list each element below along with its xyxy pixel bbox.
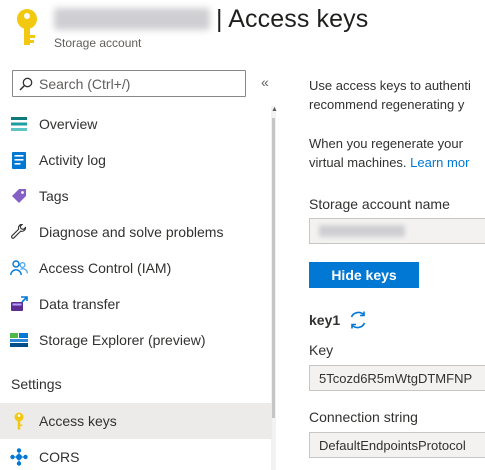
description-line: virtual machines. Learn mor: [309, 153, 469, 172]
connection-string-label: Connection string: [309, 409, 418, 425]
sidebar-item-storage-explorer[interactable]: Storage Explorer (preview): [0, 322, 272, 358]
sidebar-item-label: Data transfer: [39, 296, 120, 312]
description-line: recommend regenerating y: [309, 97, 465, 112]
key-label: Key: [309, 342, 334, 358]
redacted-account-name: [54, 8, 210, 30]
description-line: When you regenerate your: [309, 136, 463, 151]
sidebar-item-activity-log[interactable]: Activity log: [0, 142, 272, 178]
sidebar-item-label: Diagnose and solve problems: [39, 224, 224, 240]
sidebar-item-label: Access Control (IAM): [39, 260, 172, 276]
refresh-icon[interactable]: [347, 309, 369, 331]
overview-icon: [10, 115, 28, 133]
key-icon: [10, 412, 28, 430]
key-value-field[interactable]: 5Tcozd6R5mWtgDTMFNP: [309, 365, 485, 391]
page-title-text: | Access keys: [216, 4, 369, 33]
sidebar-item-cors[interactable]: CORS: [0, 439, 272, 470]
connection-string-field[interactable]: DefaultEndpointsProtocol: [309, 432, 485, 458]
search-icon: [19, 77, 33, 91]
data-transfer-icon: [10, 295, 28, 313]
storage-account-name-label: Storage account name: [309, 196, 450, 212]
page-title: | Access keys: [54, 2, 368, 36]
scroll-up-arrow[interactable]: ▲: [271, 106, 278, 113]
sidebar-item-label: Activity log: [39, 152, 106, 168]
sidebar-item-label: CORS: [39, 449, 80, 465]
hide-keys-button[interactable]: Hide keys: [309, 262, 419, 288]
scrollbar-thumb[interactable]: [272, 118, 275, 418]
sidebar-item-label: Tags: [39, 188, 69, 204]
key-logo-icon: [17, 9, 37, 45]
description-line: Use access keys to authenti: [309, 78, 471, 93]
sidebar-item-diagnose[interactable]: Diagnose and solve problems: [0, 214, 272, 250]
sidebar-item-label: Storage Explorer (preview): [39, 332, 206, 348]
key1-heading: key1: [309, 312, 341, 328]
people-icon: [10, 259, 28, 277]
learn-more-link[interactable]: Learn mor: [410, 155, 469, 170]
search-input[interactable]: [39, 75, 229, 92]
cors-icon: [10, 448, 28, 466]
page-header: | Access keys Storage account: [0, 0, 485, 58]
description-text: virtual machines.: [309, 155, 411, 170]
section-header-settings: Settings: [11, 376, 62, 392]
collapse-sidebar-button[interactable]: «: [261, 74, 269, 90]
wrench-icon: [10, 223, 28, 241]
sidebar-item-access-keys[interactable]: Access keys: [0, 403, 272, 439]
sidebar-item-overview[interactable]: Overview: [0, 106, 272, 142]
sidebar-item-data-transfer[interactable]: Data transfer: [0, 286, 272, 322]
sidebar: « ▲ Overview Activity log: [0, 66, 278, 470]
sidebar-item-label: Overview: [39, 116, 98, 132]
sidebar-item-access-control[interactable]: Access Control (IAM): [0, 250, 272, 286]
page-subtitle: Storage account: [54, 36, 142, 50]
search-box[interactable]: [12, 70, 246, 97]
main-content: Use access keys to authenti recommend re…: [309, 66, 485, 470]
redacted-account-name: [319, 225, 405, 237]
sidebar-item-tags[interactable]: Tags: [0, 178, 272, 214]
storage-explorer-icon: [10, 331, 28, 349]
activity-log-icon: [10, 151, 28, 169]
sidebar-item-label: Access keys: [39, 413, 117, 429]
storage-account-name-field[interactable]: [309, 218, 485, 244]
tag-icon: [10, 187, 28, 205]
